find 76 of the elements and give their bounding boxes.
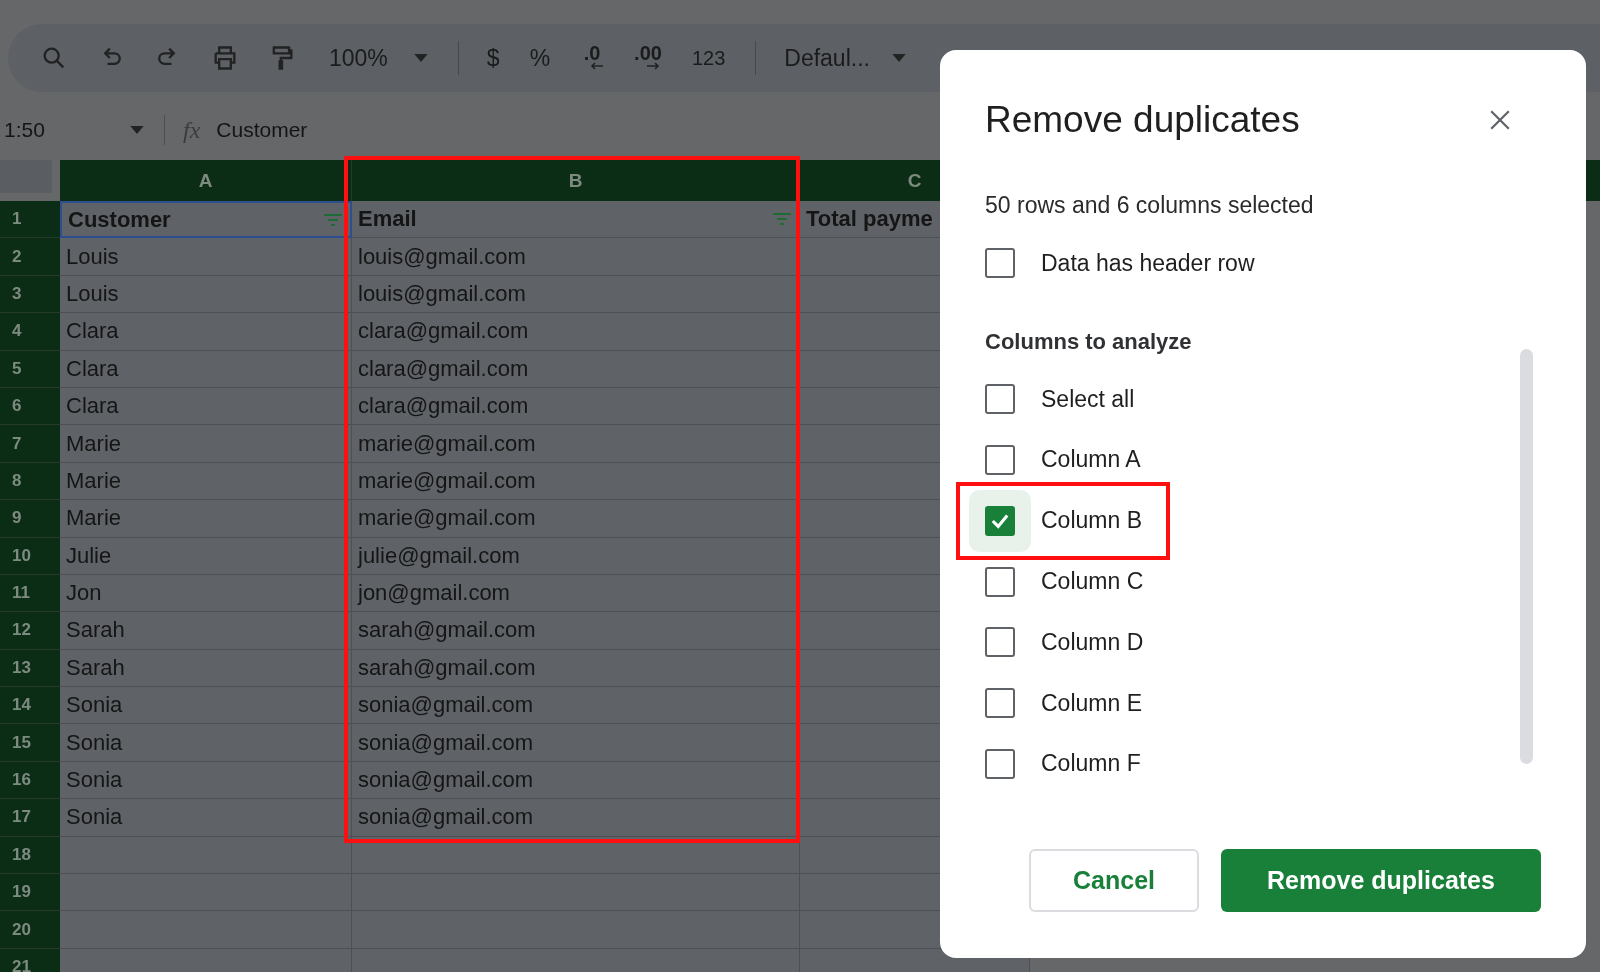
row-number[interactable]: 18 <box>0 836 60 875</box>
table-cell: Sarah <box>60 612 352 650</box>
row-number[interactable]: 13 <box>0 649 60 688</box>
table-cell: Marie <box>60 500 352 538</box>
remove-duplicates-button[interactable]: Remove duplicates <box>1221 849 1541 912</box>
increase-decimal-button[interactable]: .00 <box>634 45 662 71</box>
checkbox-label: Select all <box>1041 385 1135 413</box>
table-cell: Sonia <box>60 761 352 800</box>
row-number[interactable]: 15 <box>0 724 60 762</box>
row-number[interactable]: 7 <box>0 425 60 463</box>
scrollbar[interactable] <box>1520 348 1533 764</box>
row-number[interactable]: 2 <box>0 238 60 276</box>
font-select[interactable]: Defaul... <box>784 44 906 72</box>
row-number[interactable]: 16 <box>0 761 60 800</box>
column-title: Customer <box>68 206 171 233</box>
checkbox-label: Column F <box>1041 750 1141 778</box>
caret-icon <box>891 54 906 62</box>
row-number[interactable]: 5 <box>0 350 60 388</box>
column-title: Email <box>358 206 417 233</box>
table-cell: Sonia <box>60 687 352 725</box>
checkbox[interactable] <box>985 248 1015 279</box>
table-cell: Sarah <box>60 649 352 688</box>
row-number[interactable]: 10 <box>0 537 60 575</box>
caret-icon <box>413 54 428 62</box>
table-cell: Louis <box>60 275 352 314</box>
column-header[interactable]: A <box>60 160 352 201</box>
checkbox-label: Column C <box>1041 568 1144 596</box>
row-number[interactable]: 12 <box>0 612 60 650</box>
checkbox[interactable] <box>985 566 1015 597</box>
row-number[interactable]: 19 <box>0 874 60 912</box>
section-title: Columns to analyze <box>985 328 1193 357</box>
checkbox[interactable] <box>985 627 1015 658</box>
table-cell: Julie <box>60 537 352 575</box>
dialog-title: Remove duplicates <box>985 99 1300 141</box>
row-number[interactable]: 1 <box>0 201 60 239</box>
percent-button[interactable]: % <box>529 44 551 72</box>
checkbox-label: Column B <box>1041 507 1142 535</box>
currency-button[interactable]: $ <box>486 44 500 72</box>
checkbox[interactable] <box>985 688 1015 719</box>
caret-icon <box>130 126 144 134</box>
row-number[interactable]: 21 <box>0 948 60 972</box>
table-cell: Jon <box>60 574 352 613</box>
table-cell: Marie <box>60 425 352 463</box>
row-number[interactable]: 20 <box>0 911 60 949</box>
zoom-select[interactable]: 100% <box>329 44 428 72</box>
checkbox[interactable] <box>985 445 1015 475</box>
checkbox[interactable] <box>985 748 1015 779</box>
arrow-icon <box>590 61 605 71</box>
formula-input[interactable]: Customer <box>216 118 308 142</box>
table-cell: Clara <box>60 387 352 426</box>
row-number[interactable]: 11 <box>0 574 60 613</box>
row-number[interactable]: 6 <box>0 387 60 426</box>
checkbox-label: Column A <box>1041 446 1141 474</box>
table-cell: Marie <box>60 462 352 501</box>
table-cell: Clara <box>60 313 352 351</box>
arrow-icon <box>646 61 660 71</box>
table-cell: Sonia <box>60 724 352 762</box>
table-cell: Clara <box>60 350 352 388</box>
close-icon[interactable] <box>1489 109 1511 131</box>
decrease-decimal-button[interactable]: .0 <box>580 45 605 71</box>
table-cell: Louis <box>60 238 352 276</box>
name-box[interactable]: 1:50 <box>0 118 150 142</box>
row-number[interactable]: 3 <box>0 275 60 314</box>
row-number[interactable]: 9 <box>0 500 60 538</box>
checkbox-label: Column E <box>1041 689 1142 717</box>
number-format-button[interactable]: 123 <box>691 46 726 70</box>
table-cell: Sonia <box>60 799 352 837</box>
column-title: Total payme <box>806 206 933 233</box>
row-number[interactable]: 17 <box>0 799 60 837</box>
checkbox-label: Column D <box>1041 628 1144 656</box>
checkbox-label: Data has header row <box>1041 249 1255 277</box>
checkbox[interactable] <box>985 384 1015 415</box>
row-number[interactable]: 4 <box>0 313 60 351</box>
cancel-button[interactable]: Cancel <box>1029 849 1199 912</box>
row-number[interactable]: 14 <box>0 687 60 725</box>
row-number[interactable]: 8 <box>0 462 60 501</box>
